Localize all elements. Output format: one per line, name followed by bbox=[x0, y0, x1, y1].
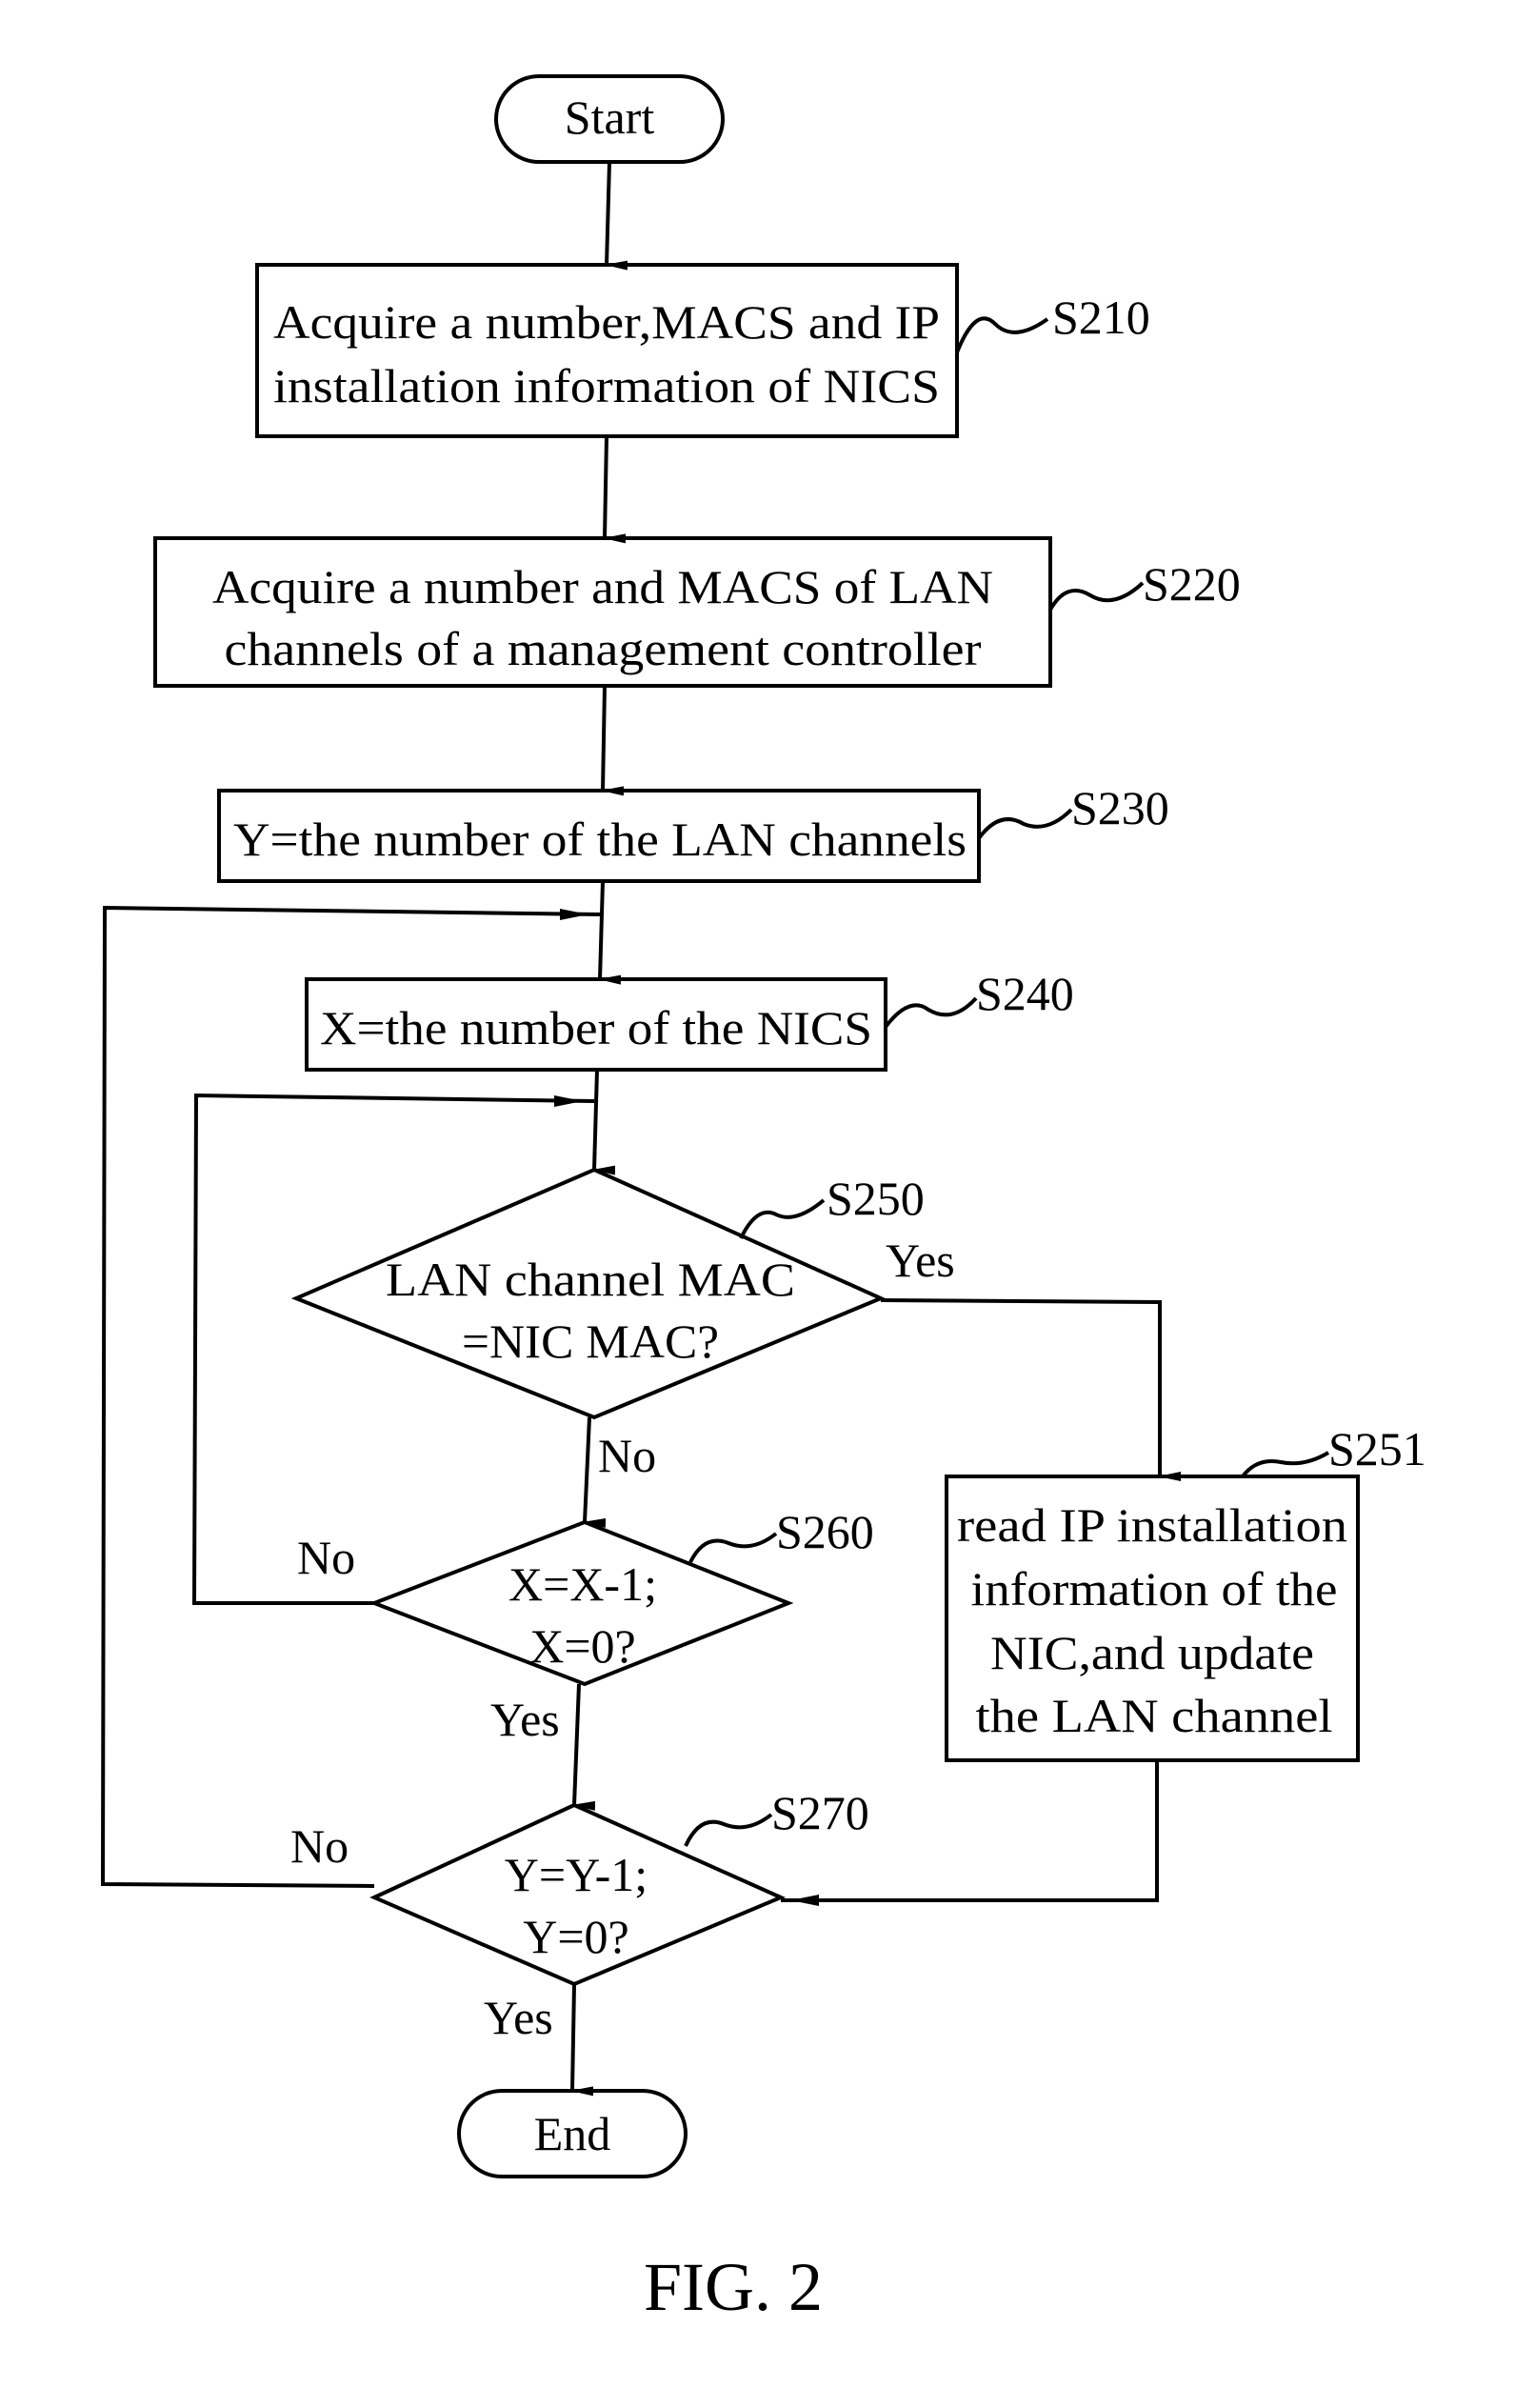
leader-s251 bbox=[1241, 1451, 1330, 1478]
decision-s270-line-1: Y=Y-1; bbox=[505, 1848, 648, 1901]
leader-s270 bbox=[684, 1813, 773, 1847]
step-s230-line-1: Y=the number of the LAN channels bbox=[233, 813, 967, 866]
step-s251-line-3: NIC,and update bbox=[990, 1626, 1314, 1679]
decision-s260-line-2: X=0? bbox=[529, 1619, 636, 1673]
arrow-s250-no bbox=[583, 1416, 607, 1528]
figure-caption: FIG. 2 bbox=[644, 2249, 823, 2325]
leader-s250 bbox=[739, 1198, 826, 1239]
s250-yes-label: Yes bbox=[886, 1234, 955, 1287]
arrow-s210-s220 bbox=[603, 435, 627, 544]
decision-s260-line-1: X=X-1; bbox=[508, 1557, 657, 1611]
step-s240-id: S240 bbox=[976, 967, 1074, 1020]
step-s220-id: S220 bbox=[1143, 557, 1241, 611]
decision-s250-line-1: LAN channel MAC bbox=[386, 1253, 795, 1306]
arrow-s230-s240 bbox=[598, 880, 622, 985]
leader-s240 bbox=[884, 996, 978, 1029]
start-label: Start bbox=[565, 90, 655, 144]
decision-s250-id: S250 bbox=[827, 1172, 925, 1225]
arrowhead-s251-s270 bbox=[790, 1895, 819, 1906]
flowchart: Start Acquire a number,MACS and IP insta… bbox=[100, 74, 1426, 2325]
step-s220-line-2: channels of a management controller bbox=[225, 622, 982, 675]
step-s251-line-2: information of the bbox=[971, 1562, 1338, 1615]
step-s210-id: S210 bbox=[1052, 291, 1150, 344]
arrow-s260-yes bbox=[572, 1683, 596, 1811]
s260-no-label: No bbox=[297, 1531, 355, 1584]
leader-s260 bbox=[688, 1532, 778, 1563]
leader-s220 bbox=[1048, 581, 1145, 612]
step-s210-line-1: Acquire a number,MACS and IP bbox=[273, 295, 940, 349]
decision-s250-line-2: =NIC MAC? bbox=[462, 1314, 719, 1368]
leader-s210 bbox=[955, 316, 1049, 353]
arrow-s270-yes bbox=[570, 1983, 594, 2097]
decision-s270-line-2: Y=0? bbox=[523, 1910, 629, 1963]
arrowhead-loop-s270 bbox=[560, 909, 588, 920]
arrowhead-loop-s260 bbox=[554, 1095, 583, 1107]
step-s210-line-2: installation information of NICS bbox=[273, 359, 940, 412]
decision-s260-id: S260 bbox=[776, 1505, 874, 1558]
s250-no-label: No bbox=[598, 1429, 656, 1482]
step-s220-line-1: Acquire a number and MACS of LAN bbox=[212, 560, 993, 613]
decision-s270-id: S270 bbox=[771, 1786, 869, 1839]
arrow-s220-s230 bbox=[601, 685, 625, 796]
step-s251-line-1: read IP installation bbox=[957, 1498, 1347, 1552]
arrow-s240-s250 bbox=[592, 1069, 616, 1175]
s270-no-label: No bbox=[290, 1819, 349, 1873]
step-s230-id: S230 bbox=[1071, 781, 1169, 834]
step-s251-line-4: the LAN channel bbox=[976, 1689, 1333, 1742]
step-s240-line-1: X=the number of the NICS bbox=[320, 1001, 872, 1054]
end-label: End bbox=[534, 2107, 611, 2160]
s260-yes-label: Yes bbox=[490, 1693, 560, 1746]
arrow-s250-yes bbox=[880, 1298, 1181, 1481]
step-s251-id: S251 bbox=[1328, 1422, 1426, 1475]
leader-s230 bbox=[977, 808, 1073, 840]
s270-yes-label: Yes bbox=[484, 1991, 553, 2044]
arrow-start-s210 bbox=[605, 161, 628, 271]
